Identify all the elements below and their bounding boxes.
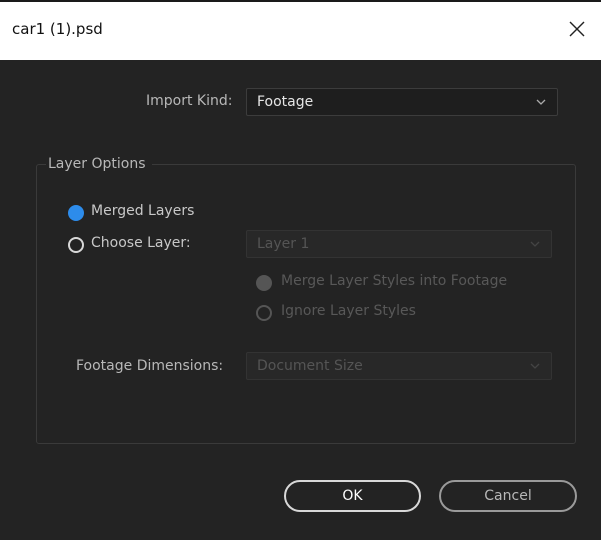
ignore-styles-label[interactable]: Ignore Layer Styles <box>281 303 416 319</box>
import-dialog: Import Kind: Footage Layer Options Merge… <box>11 60 591 540</box>
merge-styles-label[interactable]: Merge Layer Styles into Footage <box>281 273 507 289</box>
footage-dimensions-select[interactable]: Document Size <box>246 352 552 380</box>
chevron-down-icon <box>530 241 540 247</box>
layer-options-legend: Layer Options <box>46 156 152 172</box>
merged-layers-radio[interactable] <box>68 205 84 221</box>
footage-dimensions-label: Footage Dimensions: <box>76 358 224 374</box>
ok-button[interactable]: OK <box>284 480 421 512</box>
choose-layer-value: Layer 1 <box>257 236 310 252</box>
merged-layers-label[interactable]: Merged Layers <box>91 203 194 219</box>
merge-styles-radio[interactable] <box>256 275 272 291</box>
choose-layer-label[interactable]: Choose Layer: <box>91 235 191 251</box>
title-bar: car1 (1).psd <box>0 0 601 60</box>
import-kind-label: Import Kind: <box>146 93 233 109</box>
choose-layer-select[interactable]: Layer 1 <box>246 230 552 258</box>
chevron-down-icon <box>536 99 546 105</box>
import-kind-value: Footage <box>257 94 314 110</box>
import-kind-select[interactable]: Footage <box>246 88 558 116</box>
window-title: car1 (1).psd <box>12 20 103 38</box>
close-icon[interactable] <box>562 14 592 44</box>
cancel-button[interactable]: Cancel <box>439 480 577 512</box>
chevron-down-icon <box>530 363 540 369</box>
choose-layer-radio[interactable] <box>68 237 84 253</box>
footage-dimensions-value: Document Size <box>257 358 363 374</box>
ignore-styles-radio[interactable] <box>256 305 272 321</box>
